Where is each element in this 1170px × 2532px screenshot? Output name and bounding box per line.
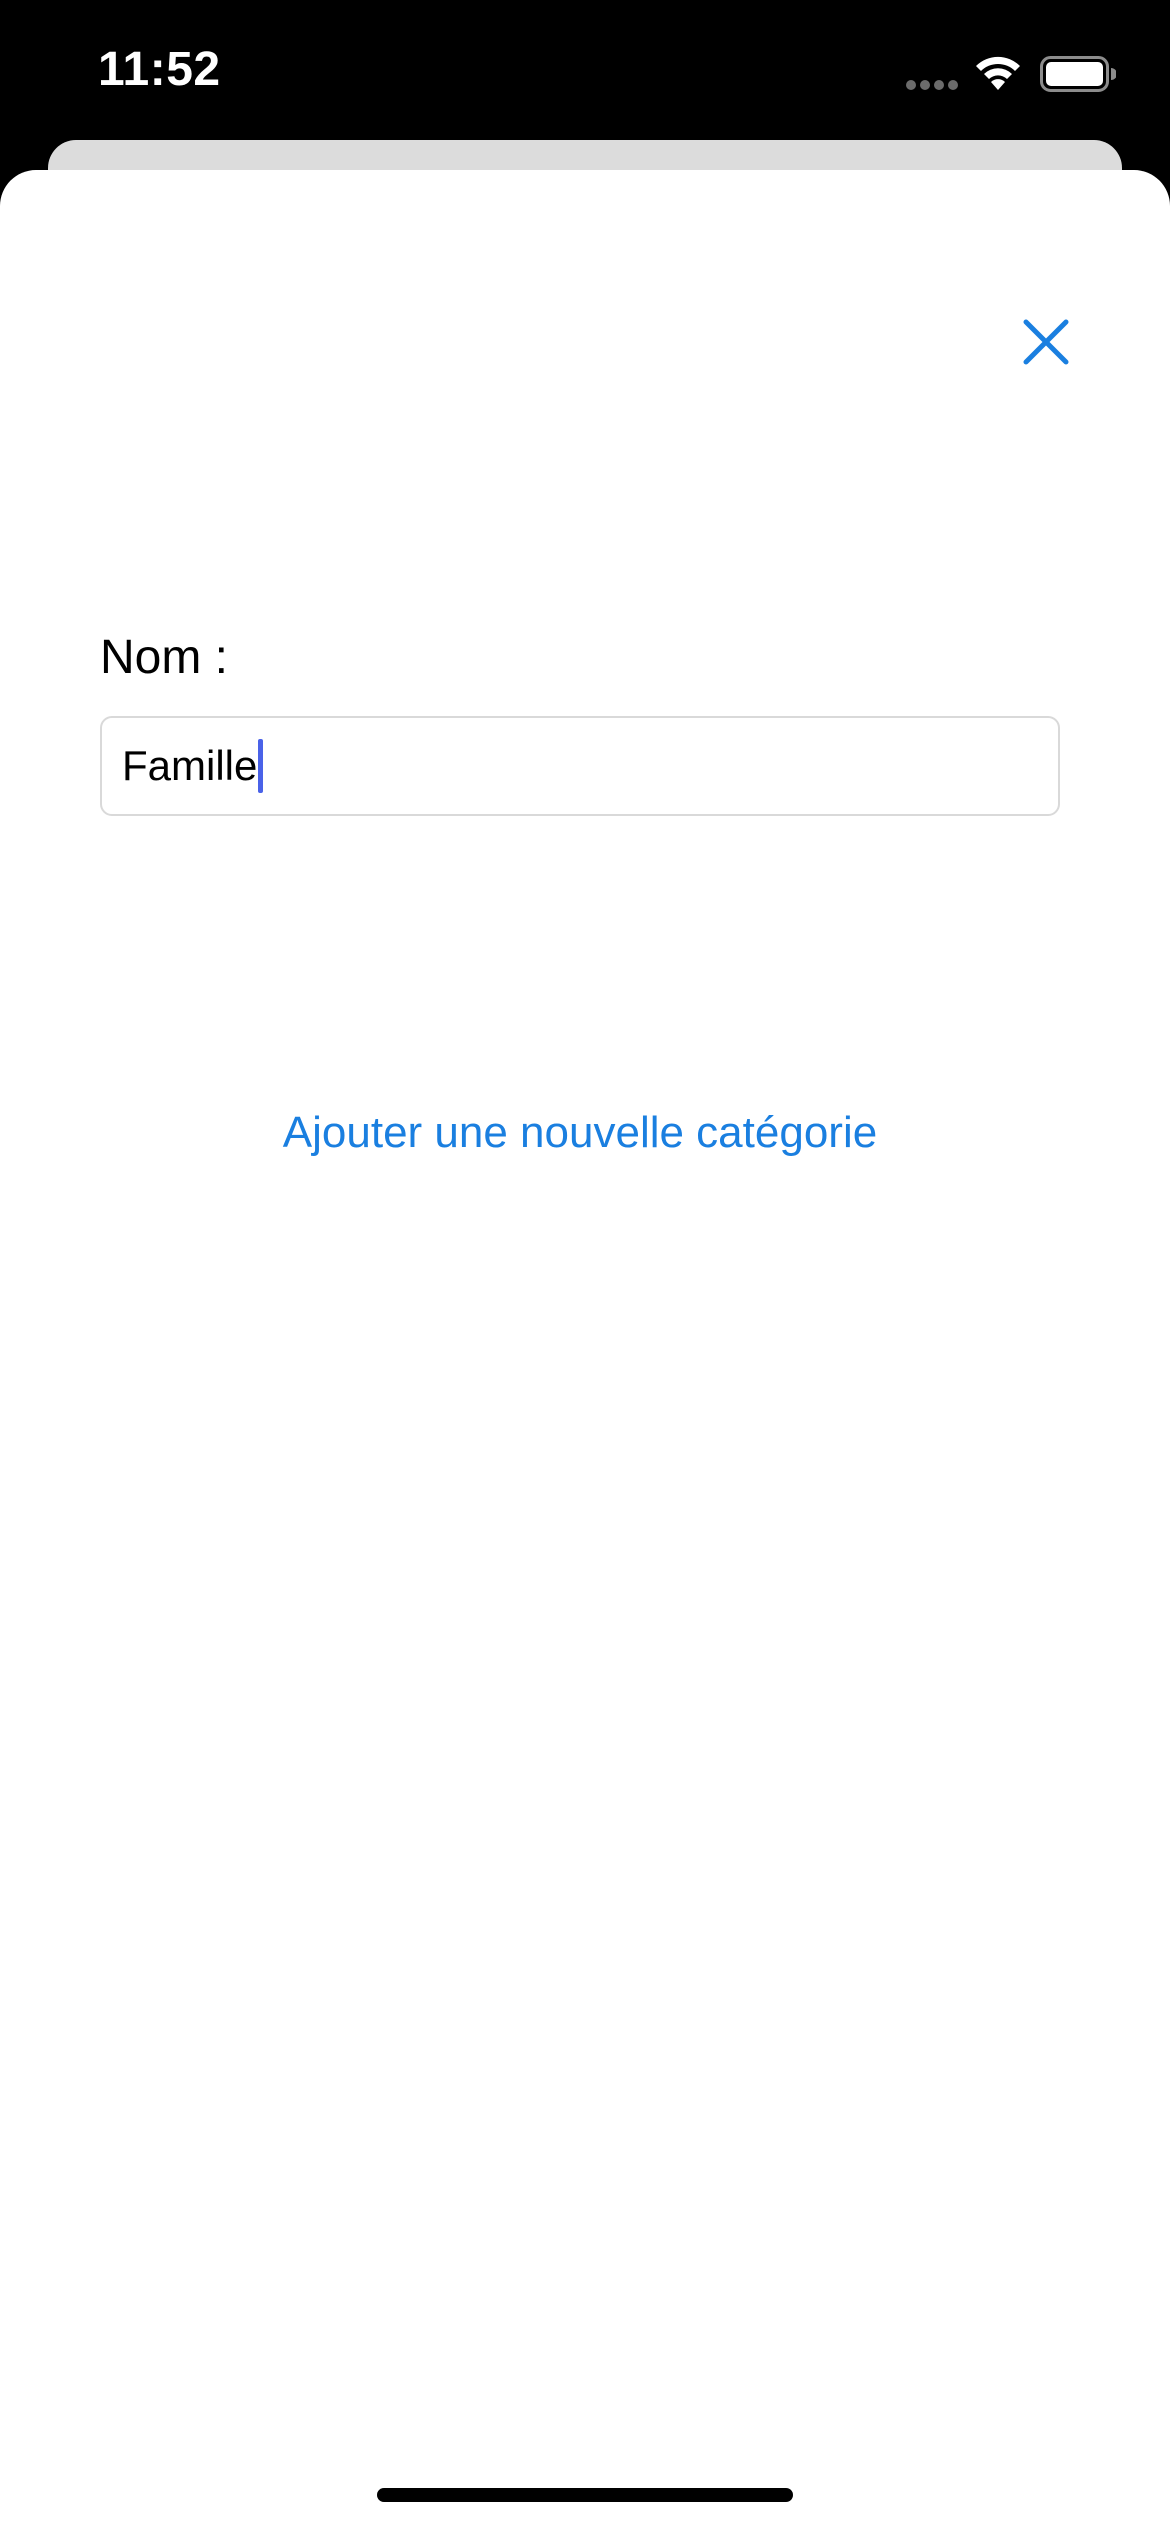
text-cursor: [258, 739, 264, 793]
close-icon: [1023, 319, 1069, 365]
add-category-button[interactable]: Ajouter une nouvelle catégorie: [0, 1108, 1160, 1158]
name-input-value: Famille: [122, 742, 258, 789]
wifi-icon: [976, 56, 1020, 90]
cellular-signal-icon: [906, 80, 958, 90]
status-time: 11:52: [98, 43, 221, 96]
modal-sheet: [0, 170, 1170, 2532]
name-input[interactable]: Famille: [100, 716, 1060, 816]
battery-icon: [1040, 56, 1116, 92]
home-indicator: [377, 2488, 793, 2502]
close-button[interactable]: [1016, 312, 1076, 372]
name-label: Nom :: [100, 631, 229, 684]
status-bar: 11:52: [0, 0, 1170, 140]
screen: 11:52 Nom : Famille Ajouter une nouvelle…: [0, 0, 1170, 2532]
